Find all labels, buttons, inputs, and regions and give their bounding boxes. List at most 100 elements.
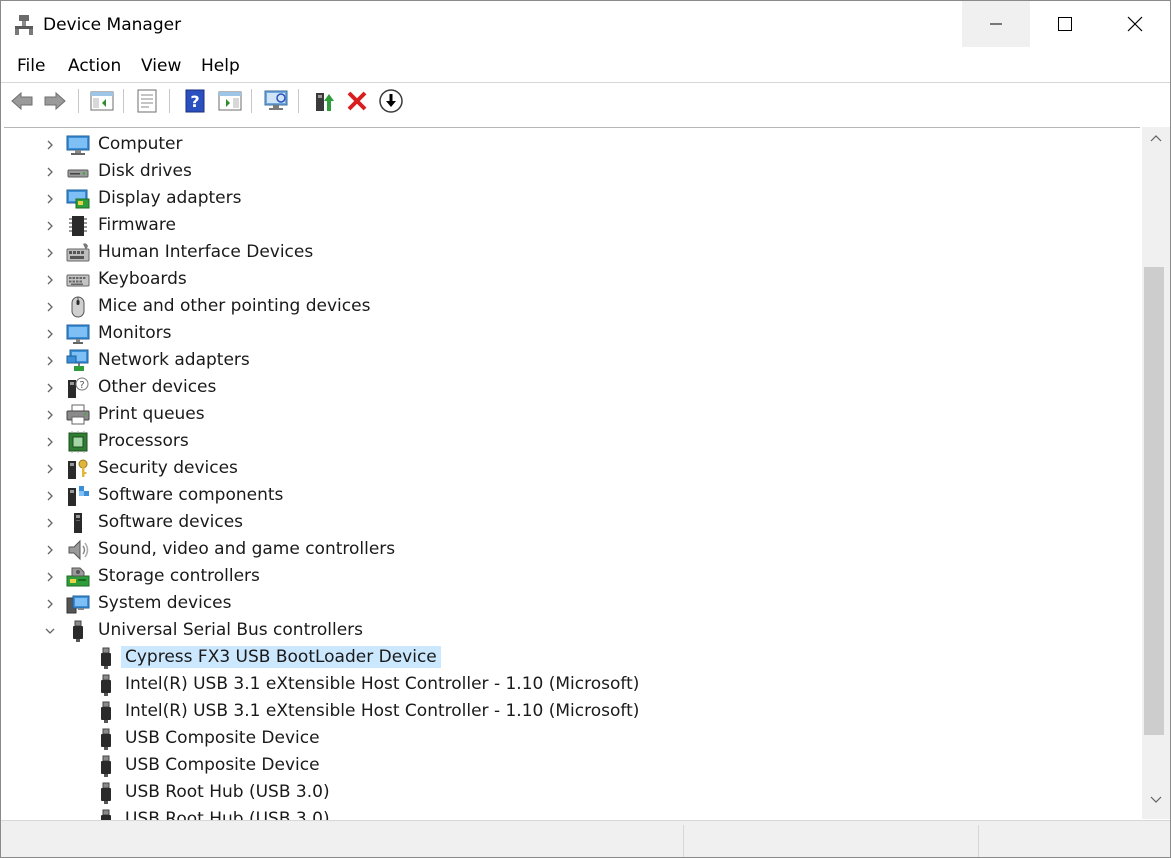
scan-hardware-button[interactable] [263, 88, 289, 114]
toolbar-separator [169, 89, 170, 113]
chevron-right-icon[interactable] [44, 409, 56, 421]
usb-icon [101, 674, 111, 696]
chevron-right-icon[interactable] [44, 220, 56, 232]
chevron-right-icon[interactable] [44, 328, 56, 340]
toolbar-separator [298, 89, 299, 113]
printer-icon [66, 404, 90, 425]
tree-category-label: Display adapters [98, 188, 242, 208]
uninstall-device-button[interactable] [344, 88, 370, 114]
tree-category-row[interactable]: Software devices [4, 509, 1134, 536]
tree-device-label: USB Composite Device [125, 728, 320, 748]
scan-hardware-icon [264, 90, 288, 110]
chevron-right-icon[interactable] [44, 301, 56, 313]
tree-device-row[interactable]: Cypress FX3 USB BootLoader Device [4, 644, 1134, 671]
chevron-right-icon[interactable] [44, 517, 56, 529]
tree-category-label: Firmware [98, 215, 176, 235]
tree-category-label: Sound, video and game controllers [98, 539, 396, 559]
properties-button[interactable] [134, 88, 160, 114]
scrollbar-thumb[interactable] [1144, 267, 1164, 735]
tree-category-row[interactable]: Monitors [4, 320, 1134, 347]
chevron-right-icon[interactable] [44, 247, 56, 259]
minimize-icon [990, 23, 1002, 25]
window-title: Device Manager [43, 15, 182, 35]
usb-icon [73, 620, 83, 642]
maximize-icon [1058, 17, 1072, 31]
tree-category-label: Storage controllers [98, 566, 260, 586]
chevron-right-icon[interactable] [44, 436, 56, 448]
tree-category-label: Disk drives [98, 161, 192, 181]
tree-category-row[interactable]: Display adapters [4, 185, 1134, 212]
chevron-right-icon[interactable] [44, 463, 56, 475]
security-key-icon [68, 459, 88, 479]
tree-device-row[interactable]: Intel(R) USB 3.1 eXtensible Host Control… [4, 698, 1134, 725]
tree-device-row[interactable]: USB Root Hub (USB 3.0) [4, 779, 1134, 806]
disable-device-icon [379, 89, 403, 113]
show-hide-console-tree-button[interactable] [89, 88, 115, 114]
svg-text:?: ? [79, 380, 84, 391]
tree-category-row[interactable]: Storage controllers [4, 563, 1134, 590]
scroll-down-button[interactable] [1142, 795, 1170, 815]
disable-device-button[interactable] [378, 88, 404, 114]
tree-category-row[interactable]: Mice and other pointing devices [4, 293, 1134, 320]
tree-category-row[interactable]: Firmware [4, 212, 1134, 239]
chevron-right-icon[interactable] [44, 571, 56, 583]
close-icon [1127, 16, 1143, 32]
tree-device-row[interactable]: USB Root Hub (USB 3.0) [4, 806, 1134, 820]
menu-file[interactable]: File [15, 56, 47, 76]
maximize-button[interactable] [1031, 1, 1099, 47]
tree-category-row[interactable]: Disk drives [4, 158, 1134, 185]
network-adapter-icon [66, 349, 89, 371]
tree-category-label: Keyboards [98, 269, 187, 289]
chevron-right-icon[interactable] [44, 193, 56, 205]
chevron-right-icon[interactable] [44, 355, 56, 367]
tree-category-row[interactable]: Sound, video and game controllers [4, 536, 1134, 563]
tree-category-row[interactable]: ? Other devices [4, 374, 1134, 401]
software-component-icon [68, 486, 89, 506]
tree-category-row[interactable]: Computer [4, 131, 1134, 158]
forward-button[interactable] [42, 88, 68, 114]
minimize-button[interactable] [962, 1, 1030, 47]
tree-category-row[interactable]: Universal Serial Bus controllers [4, 617, 1134, 644]
usb-icon [101, 809, 111, 820]
properties-icon [137, 89, 157, 113]
chevron-right-icon[interactable] [44, 490, 56, 502]
toolbar: ? [1, 82, 1170, 119]
menu-action[interactable]: Action [66, 56, 123, 76]
tree-device-row[interactable]: USB Composite Device [4, 752, 1134, 779]
forward-arrow-icon [44, 91, 66, 111]
vertical-scrollbar[interactable] [1142, 127, 1170, 819]
update-driver-button[interactable] [310, 88, 336, 114]
chevron-right-icon[interactable] [44, 598, 56, 610]
tree-category-row[interactable]: Network adapters [4, 347, 1134, 374]
tree-category-row[interactable]: Human Interface Devices [4, 239, 1134, 266]
chevron-right-icon[interactable] [44, 139, 56, 151]
usb-icon [101, 755, 111, 777]
tree-device-row[interactable]: USB Composite Device [4, 725, 1134, 752]
title-bar[interactable]: Device Manager [1, 1, 1170, 47]
device-tree[interactable]: Computer Disk drives Display adapters Firmw… [4, 127, 1140, 820]
device-manager-window: Device Manager File Action View Help ? C… [0, 0, 1171, 858]
keyboard-icon [66, 274, 90, 287]
tree-category-row[interactable]: Software components [4, 482, 1134, 509]
close-button[interactable] [1101, 1, 1169, 47]
menu-view[interactable]: View [139, 56, 183, 76]
chevron-right-icon[interactable] [44, 166, 56, 178]
chevron-right-icon[interactable] [44, 274, 56, 286]
tree-device-row[interactable]: Intel(R) USB 3.1 eXtensible Host Control… [4, 671, 1134, 698]
menu-help[interactable]: Help [199, 56, 242, 76]
chevron-right-icon[interactable] [44, 544, 56, 556]
usb-icon [101, 701, 111, 723]
action-pane-button[interactable] [217, 88, 243, 114]
scroll-up-button[interactable] [1142, 133, 1170, 153]
chevron-right-icon[interactable] [44, 382, 56, 394]
tree-category-row[interactable]: Keyboards [4, 266, 1134, 293]
tree-category-row[interactable]: System devices [4, 590, 1134, 617]
tree-category-row[interactable]: Processors [4, 428, 1134, 455]
help-button[interactable]: ? [182, 88, 208, 114]
toolbar-separator [123, 89, 124, 113]
tree-category-row[interactable]: Print queues [4, 401, 1134, 428]
chevron-up-icon [1150, 135, 1162, 142]
tree-category-row[interactable]: Security devices [4, 455, 1134, 482]
chevron-down-icon[interactable] [44, 625, 56, 637]
back-button[interactable] [9, 88, 35, 114]
